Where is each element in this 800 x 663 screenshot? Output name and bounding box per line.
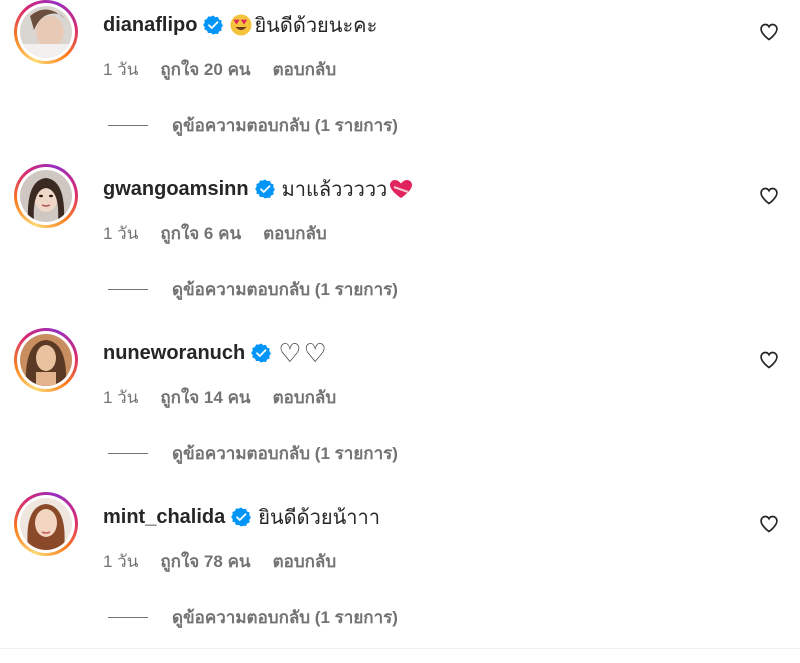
comment-meta: 1 วัน ถูกใจ 14 คน ตอบกลับ [103,384,336,411]
comment-time[interactable]: 1 วัน [103,548,138,575]
avatar [20,334,72,386]
avatar-story-ring[interactable] [14,328,78,392]
comment-header: gwangoamsinn มาแล้ววววว [103,174,414,204]
comment-text: ♡♡ [278,337,329,368]
reply-button[interactable]: ตอบกลับ [263,220,327,247]
verified-badge-icon [231,507,252,527]
comment-text: มาแล้ววววว [282,173,415,205]
heart-outline-icon[interactable] [759,514,779,534]
avatar-story-ring[interactable] [14,492,78,556]
heart-outline-icon[interactable] [759,186,779,206]
comment-meta: 1 วัน ถูกใจ 78 คน ตอบกลับ [103,548,336,575]
avatar-story-ring[interactable] [14,0,78,64]
comment-text: ยินดีด้วยน้าาา [258,507,380,529]
view-replies-button[interactable]: ดูข้อความตอบกลับ (1 รายการ) [108,440,398,467]
heart-eyes-emoji-icon [230,14,252,36]
divider [108,453,148,454]
likes-count[interactable]: ถูกใจ 78 คน [160,548,250,575]
comment-header: mint_chalida ยินดีด้วยน้าาา [103,502,380,532]
divider [108,289,148,290]
likes-count[interactable]: ถูกใจ 6 คน [160,220,241,247]
comment-time[interactable]: 1 วัน [103,384,138,411]
username-link[interactable]: mint_chalida [103,506,225,529]
comment-header: dianaflipo ยินดีด้วยนะคะ [103,10,377,40]
comment-meta: 1 วัน ถูกใจ 20 คน ตอบกลับ [103,56,336,83]
divider [0,648,800,649]
comment-item: dianaflipo ยินดีด้วยนะคะ 1 วัน ถูกใจ 20 … [0,0,800,164]
comment-item: mint_chalida ยินดีด้วยน้าาา 1 วัน ถูกใจ … [0,492,800,656]
reply-button[interactable]: ตอบกลับ [273,56,337,83]
likes-count[interactable]: ถูกใจ 20 คน [160,56,250,83]
view-replies-button[interactable]: ดูข้อความตอบกลับ (1 รายการ) [108,604,398,631]
comment-item: nuneworanuch ♡♡ 1 วัน ถูกใจ 14 คน ตอบกลั… [0,328,800,492]
view-replies-button[interactable]: ดูข้อความตอบกลับ (1 รายการ) [108,276,398,303]
username-link[interactable]: nuneworanuch [103,342,245,365]
verified-badge-icon [203,15,224,35]
avatar [20,498,72,550]
comment-text: ยินดีด้วยนะคะ [230,9,377,41]
divider [108,617,148,618]
heart-outline-icon[interactable] [759,22,779,42]
view-replies-button[interactable]: ดูข้อความตอบกลับ (1 รายการ) [108,112,398,139]
mending-heart-emoji-icon [390,180,413,198]
comment-time[interactable]: 1 วัน [103,56,138,83]
likes-count[interactable]: ถูกใจ 14 คน [160,384,250,411]
avatar [20,6,72,58]
verified-badge-icon [251,343,272,363]
verified-badge-icon [254,179,275,199]
comment-item: gwangoamsinn มาแล้ววววว 1 วัน ถูกใจ 6 คน… [0,164,800,328]
comment-time[interactable]: 1 วัน [103,220,138,247]
avatar-story-ring[interactable] [14,164,78,228]
username-link[interactable]: gwangoamsinn [103,178,249,201]
reply-button[interactable]: ตอบกลับ [273,548,337,575]
heart-outline-icon[interactable] [759,350,779,370]
comment-header: nuneworanuch ♡♡ [103,338,329,368]
username-link[interactable]: dianaflipo [103,14,197,37]
comment-meta: 1 วัน ถูกใจ 6 คน ตอบกลับ [103,220,327,247]
divider [108,125,148,126]
avatar [20,170,72,222]
reply-button[interactable]: ตอบกลับ [273,384,337,411]
